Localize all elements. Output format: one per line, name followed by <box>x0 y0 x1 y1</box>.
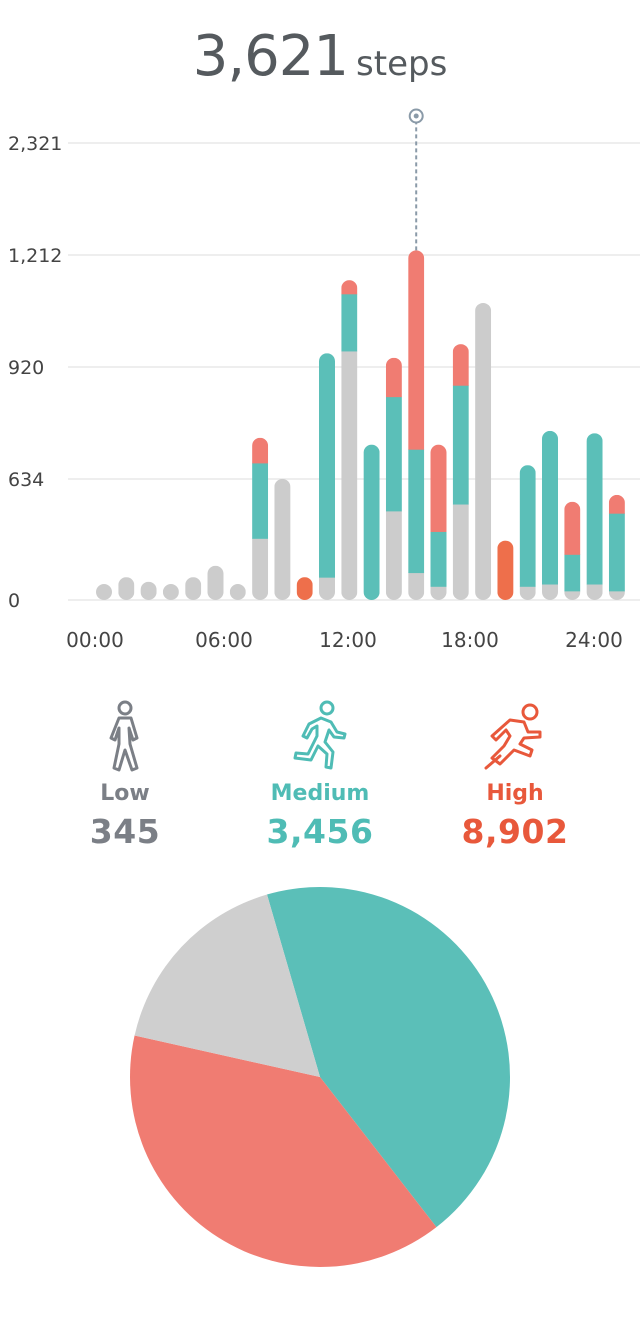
bar-segment-medium <box>252 462 269 539</box>
bar-15 <box>430 444 447 600</box>
intensity-levels: Low 345 Medium 3,456 High 8,902 <box>0 695 640 865</box>
bar-segment-low <box>229 584 246 601</box>
y-tick-label: 634 <box>8 469 44 491</box>
x-tick-label: 00:00 <box>66 628 124 652</box>
bar-segment-low <box>430 586 447 600</box>
selection-marker-inner <box>413 113 419 119</box>
bar-17 <box>475 302 492 600</box>
bar-segment-medium <box>586 433 603 585</box>
bar-segment-high <box>452 344 469 386</box>
intensity-pie-chart <box>130 887 511 1267</box>
bar-segment-high <box>430 444 447 532</box>
bar-segment-medium <box>608 513 625 592</box>
bar-segment-medium <box>430 531 447 587</box>
bar-11 <box>341 280 358 600</box>
bar-segment-high <box>296 577 313 600</box>
bar-22 <box>586 433 603 600</box>
bar-segment-medium <box>519 465 536 587</box>
bar-segment-low <box>185 577 202 600</box>
bar-7 <box>252 437 269 601</box>
bar-segment-low <box>252 538 269 601</box>
bar-2 <box>140 581 157 601</box>
sprinting-icon <box>415 695 615 775</box>
bar-segment-low <box>118 577 135 600</box>
bar-segment-high <box>408 250 425 450</box>
bar-segment-medium <box>452 385 469 505</box>
bar-segment-low <box>96 584 112 601</box>
step-bar-chart[interactable]: 2,321 1,212 920 634 0 00:00 06:00 12:00 18:00 24… <box>0 95 640 665</box>
bar-19 <box>519 465 536 600</box>
bar-14 <box>408 250 425 601</box>
bar-6 <box>229 584 246 601</box>
bar-8 <box>274 478 291 600</box>
bar-segment-high <box>564 501 581 555</box>
bar-0 <box>96 584 112 601</box>
bar-segment-medium <box>341 293 358 352</box>
y-tick-label: 1,212 <box>8 245 62 267</box>
bar-23 <box>608 494 625 601</box>
running-icon <box>220 695 420 775</box>
bar-16 <box>452 344 469 600</box>
bar-segment-medium <box>319 353 335 578</box>
bar-5 <box>207 565 224 601</box>
level-high-value: 8,902 <box>461 812 569 851</box>
y-tick-label: 2,321 <box>8 133 62 155</box>
steps-unit: steps <box>356 44 448 84</box>
walking-icon <box>25 695 225 775</box>
level-medium-value: 3,456 <box>266 812 374 851</box>
bar-segment-medium <box>363 444 380 600</box>
steps-value: 3,621 <box>192 24 349 89</box>
bar-4 <box>185 577 202 600</box>
bar-segment-high <box>497 540 514 600</box>
bar-segment-high <box>608 494 625 514</box>
bar-segment-medium <box>542 430 558 585</box>
bar-segment-medium <box>385 396 402 512</box>
bar-9 <box>296 577 313 600</box>
level-low: Low 345 <box>25 695 225 851</box>
bar-segment-low <box>519 586 536 600</box>
bar-segment-medium <box>564 554 581 592</box>
bar-12 <box>363 444 380 600</box>
level-low-label: Low <box>100 781 150 806</box>
bar-segment-low <box>207 565 224 601</box>
level-low-value: 345 <box>89 812 161 851</box>
bar-segment-low <box>475 302 492 600</box>
bar-1 <box>118 577 135 600</box>
y-tick-label: 920 <box>8 357 44 379</box>
level-high-label: High <box>486 781 544 806</box>
bar-segment-low <box>542 584 558 600</box>
bar-segment-low <box>140 581 157 601</box>
x-tick-label: 24:00 <box>565 628 623 652</box>
bar-3 <box>162 584 179 601</box>
bar-segment-low <box>162 584 179 601</box>
x-tick-label: 18:00 <box>441 628 499 652</box>
bar-segment-low <box>586 584 603 600</box>
bar-segment-low <box>274 478 291 600</box>
bar-segment-low <box>408 572 425 601</box>
bar-segment-high <box>252 437 269 464</box>
level-medium: Medium 3,456 <box>220 695 420 851</box>
bar-segment-high <box>385 357 402 398</box>
x-tick-label: 06:00 <box>195 628 253 652</box>
level-high: High 8,902 <box>415 695 615 851</box>
bar-segment-low <box>452 504 469 600</box>
bar-10 <box>319 353 335 600</box>
bar-segment-low <box>341 350 358 600</box>
bar-segment-medium <box>408 449 425 574</box>
steps-title: 3,621 steps <box>0 24 640 89</box>
bar-18 <box>497 540 514 600</box>
bar-segment-high <box>341 280 358 295</box>
bar-segment-low <box>319 577 335 600</box>
bar-21 <box>564 501 581 600</box>
bar-20 <box>542 430 558 600</box>
x-tick-label: 12:00 <box>319 628 377 652</box>
level-medium-label: Medium <box>270 781 370 806</box>
bar-13 <box>385 357 402 601</box>
bar-segment-low <box>385 510 402 601</box>
y-tick-label: 0 <box>8 590 20 612</box>
